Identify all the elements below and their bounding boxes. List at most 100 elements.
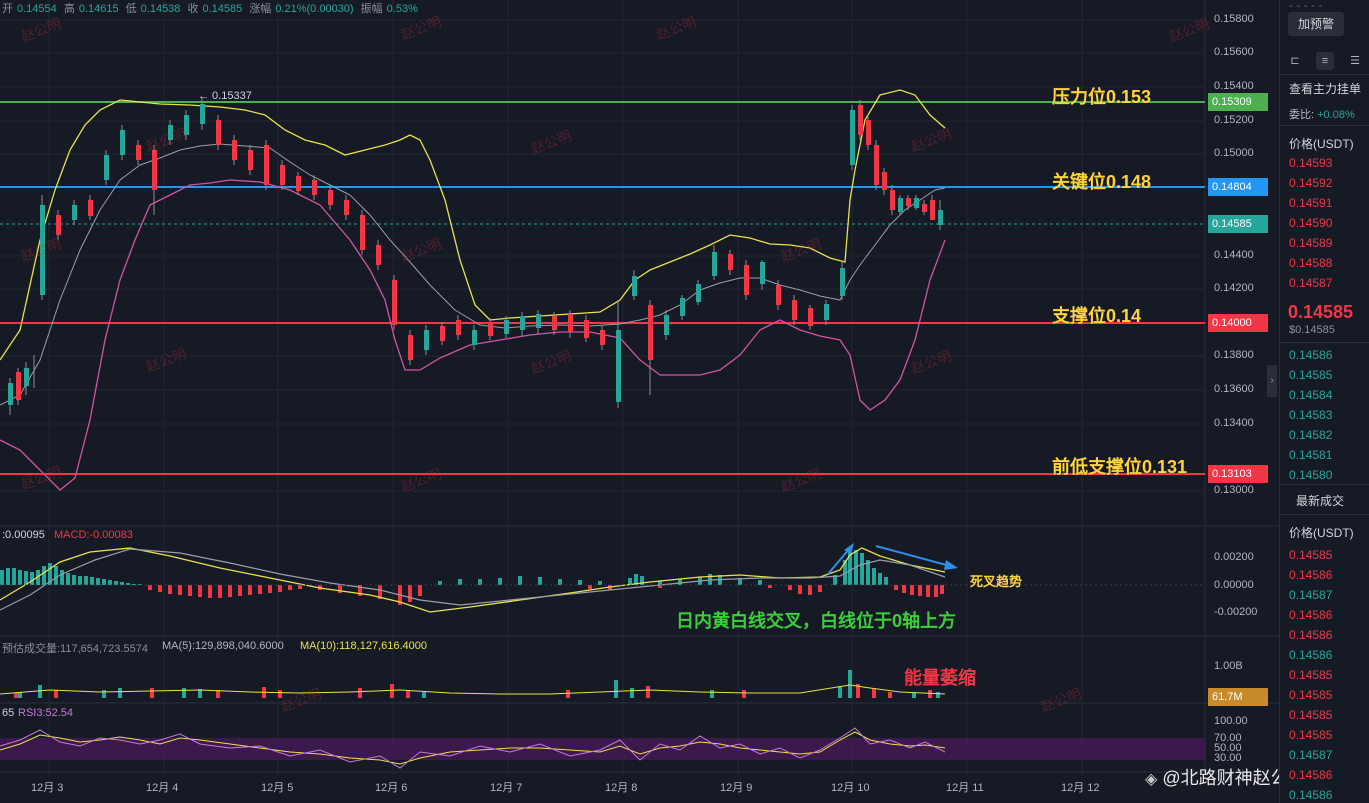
date-label: 12月 11 <box>946 782 984 794</box>
trade-price: 0.14585 <box>1289 688 1333 702</box>
ask-price[interactable]: 0.14591 <box>1289 196 1332 210</box>
brand-logo-icon: ◈ <box>1145 771 1158 788</box>
add-alert-button[interactable]: 加预警 <box>1288 12 1344 36</box>
volume-est-label: 预估成交量:117,654,723.5574 <box>2 643 148 655</box>
macd-dif-line <box>0 547 946 613</box>
trade-price: 0.14586 <box>1289 568 1333 582</box>
trade-price: 0.14587 <box>1289 748 1333 762</box>
volume-note-annotation: 能量萎缩 <box>904 668 976 688</box>
low-label: 低 <box>125 3 137 15</box>
amp-value: 0.53% <box>386 3 418 15</box>
trade-price: 0.14586 <box>1289 608 1333 622</box>
date-label: 12月 5 <box>261 782 294 794</box>
ask-price[interactable]: 0.14590 <box>1289 216 1332 230</box>
support-annotation: 支撑位0.14 <box>1052 306 1142 326</box>
ratio-label: 委比: <box>1289 109 1315 121</box>
macd-label: MACD:-0.00083 <box>54 529 133 541</box>
pane-separators <box>0 0 1279 775</box>
rsi-prefix-label: 65 <box>2 707 15 719</box>
trades-tab[interactable]: 最新成交 <box>1296 492 1344 509</box>
ask-price[interactable]: 0.14592 <box>1289 176 1332 190</box>
bid-price[interactable]: 0.14580 <box>1289 468 1332 482</box>
bid-price[interactable]: 0.14583 <box>1289 408 1332 422</box>
trades-price-header: 价格(USDT) <box>1289 526 1354 540</box>
macd-axis: 0.00200 <box>1214 551 1254 563</box>
trade-price: 0.14585 <box>1289 668 1333 682</box>
axis-price: 0.14400 <box>1214 249 1254 261</box>
rsi3-label: RSI3:52.54 <box>18 707 74 719</box>
layout-bids-icon[interactable]: ≡ <box>1316 52 1334 70</box>
trade-price: 0.14586 <box>1289 648 1333 662</box>
last-price: 0.14585 <box>1288 302 1354 322</box>
order-book-panel: - - - - - 加预警 ⊏ ≡ ☰ 查看主力挂单 委比: +0.08% 价格… <box>1279 0 1369 803</box>
death-cross-annotation: 死叉趋势 <box>970 574 1023 589</box>
rsi-axis: 100.00 <box>1214 715 1248 727</box>
date-label: 12月 4 <box>146 782 179 794</box>
bid-price[interactable]: 0.14581 <box>1289 448 1332 462</box>
trade-price: 0.14586 <box>1289 628 1333 642</box>
volume-ma5-label: MA(5):129,898,040.6000 <box>162 640 284 652</box>
top-dashes: - - - - - <box>1289 0 1323 12</box>
bid-price[interactable]: 0.14582 <box>1289 428 1332 442</box>
axis-price: 0.15400 <box>1214 80 1254 92</box>
macd-dea-line <box>0 548 946 611</box>
last-price-usd: $0.14585 <box>1289 324 1335 336</box>
macd-axis: -0.00200 <box>1214 606 1258 618</box>
price-chart[interactable] <box>0 0 1369 803</box>
axis-price: 0.13800 <box>1214 349 1254 361</box>
ask-price[interactable]: 0.14588 <box>1289 256 1332 270</box>
price-tag-support: 0.14000 <box>1208 314 1268 332</box>
price-tag-current: 0.14585 <box>1208 215 1268 233</box>
volume-ma-line <box>0 684 946 695</box>
depth-title[interactable]: 查看主力挂单 <box>1289 80 1361 97</box>
bollinger-middle <box>0 143 946 406</box>
macd-dif-label: :0.00095 <box>2 529 45 541</box>
ask-price[interactable]: 0.14587 <box>1289 276 1332 290</box>
axis-price: 0.15000 <box>1214 147 1254 159</box>
trade-price: 0.14585 <box>1289 548 1333 562</box>
bid-price[interactable]: 0.14584 <box>1289 388 1332 402</box>
price-tag-key: 0.14804 <box>1208 178 1268 196</box>
layout-asks-icon[interactable]: ☰ <box>1346 52 1364 70</box>
panel-collapse-handle[interactable]: › <box>1267 365 1277 397</box>
ratio-row: 委比: +0.08% <box>1289 106 1355 122</box>
trend-arrows <box>827 543 958 575</box>
volume-axis: 1.00B <box>1214 660 1243 672</box>
trade-price: 0.14586 <box>1289 768 1333 782</box>
volume-ma10-label: MA(10):118,127,616.4000 <box>300 640 427 652</box>
high-value: 0.14615 <box>78 3 119 15</box>
amp-label: 振幅 <box>360 3 383 15</box>
axis-price: 0.13400 <box>1214 417 1254 429</box>
open-label: 开 <box>2 3 13 15</box>
ask-price[interactable]: 0.14589 <box>1289 236 1332 250</box>
ask-price[interactable]: 0.14593 <box>1289 156 1332 170</box>
axis-price: 0.13000 <box>1214 484 1254 496</box>
date-label: 12月 9 <box>720 782 753 794</box>
resistance-annotation: 压力位0.153 <box>1052 87 1152 107</box>
price-tag-resistance: 0.15309 <box>1208 93 1268 111</box>
rsi-axis: 30.00 <box>1214 752 1242 764</box>
chart-grid <box>0 0 1205 775</box>
layout-both-icon[interactable]: ⊏ <box>1286 52 1304 70</box>
axis-price: 0.15200 <box>1214 114 1254 126</box>
axis-price: 0.13600 <box>1214 383 1254 395</box>
date-label: 12月 12 <box>1061 782 1100 794</box>
date-label: 12月 6 <box>375 782 408 794</box>
macd-axis: 0.00000 <box>1214 579 1254 591</box>
open-value: 0.14554 <box>17 3 57 15</box>
axis-price: 0.15800 <box>1214 13 1254 25</box>
key-level-annotation: 关键位0.148 <box>1052 172 1152 192</box>
axis-price: 0.15600 <box>1214 46 1254 58</box>
trade-price: 0.14586 <box>1289 788 1333 802</box>
change-label: 涨幅 <box>249 3 272 15</box>
close-value: 0.14585 <box>202 3 243 15</box>
bid-price[interactable]: 0.14586 <box>1289 348 1332 362</box>
close-label: 收 <box>187 3 199 15</box>
change-value: 0.21%(0.00030) <box>275 3 354 15</box>
date-label: 12月 8 <box>605 782 638 794</box>
ohlc-header: 开 0.14554 高 0.14615 低 0.14538 收 0.14585 涨幅 0.… <box>2 0 422 16</box>
date-label: 12月 3 <box>31 782 64 794</box>
bid-price[interactable]: 0.14585 <box>1289 368 1332 382</box>
high-marker: ← 0.15337 <box>198 90 252 102</box>
date-label: 12月 7 <box>490 782 523 794</box>
